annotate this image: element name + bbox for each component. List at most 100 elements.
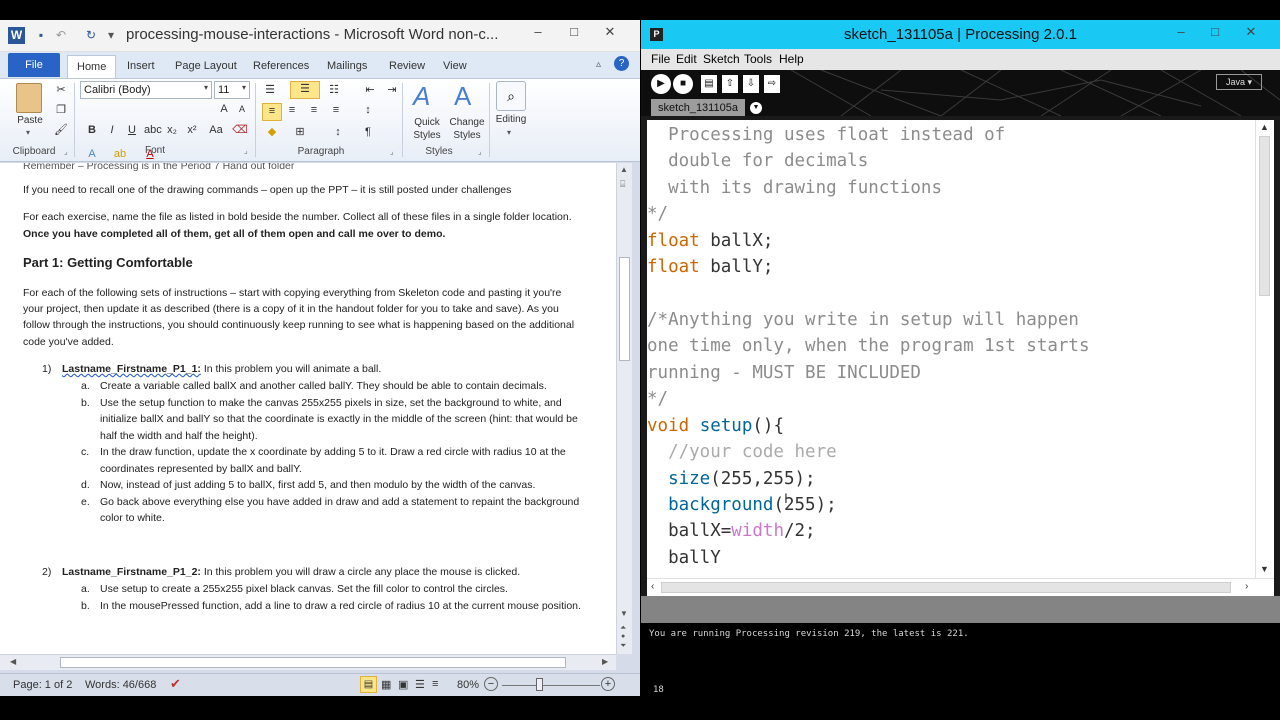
decrease-indent-icon[interactable]: ⇤ bbox=[362, 83, 378, 97]
minimize-button[interactable]: – bbox=[1171, 24, 1191, 40]
zoom-slider[interactable] bbox=[502, 685, 600, 686]
zoom-out-icon[interactable]: − bbox=[484, 677, 498, 691]
chevron-down-icon[interactable]: ▾ bbox=[507, 128, 511, 137]
align-left-icon[interactable]: ≡ bbox=[262, 103, 282, 121]
cut-icon[interactable]: ✂ bbox=[53, 83, 69, 97]
shading-icon[interactable]: ◆ bbox=[264, 125, 280, 139]
menu-sketch[interactable]: Sketch bbox=[703, 52, 740, 66]
subscript-icon[interactable]: x₂ bbox=[164, 123, 180, 137]
tab-menu-icon[interactable]: ▼ bbox=[750, 102, 762, 114]
shrink-font-icon[interactable]: A bbox=[234, 102, 250, 116]
italic-icon[interactable]: I bbox=[104, 123, 120, 137]
scroll-thumb[interactable] bbox=[60, 657, 566, 668]
scroll-down-icon[interactable]: ▼ bbox=[620, 609, 628, 618]
zoom-in-icon[interactable]: + bbox=[601, 677, 615, 691]
minimize-ribbon-icon[interactable]: ▵ bbox=[596, 59, 601, 70]
print-layout-icon[interactable]: ▤ bbox=[360, 676, 377, 693]
undo-icon[interactable]: ↶ bbox=[54, 28, 68, 42]
maximize-button[interactable]: □ bbox=[564, 24, 584, 40]
sort-icon[interactable]: ↕ bbox=[330, 125, 346, 139]
sketch-tab[interactable]: sketch_131105a bbox=[651, 99, 745, 116]
chevron-down-icon[interactable]: ▾ bbox=[242, 83, 246, 92]
scroll-thumb[interactable] bbox=[661, 582, 1231, 593]
copy-icon[interactable]: ❐ bbox=[53, 103, 69, 117]
tab-references[interactable]: References bbox=[244, 55, 318, 78]
menu-help[interactable]: Help bbox=[779, 52, 804, 66]
tab-insert[interactable]: Insert bbox=[118, 55, 164, 78]
menu-tools[interactable]: Tools bbox=[744, 52, 772, 66]
minimize-button[interactable]: – bbox=[528, 24, 548, 40]
borders-icon[interactable]: ⊞ bbox=[292, 125, 308, 139]
justify-icon[interactable]: ≡ bbox=[328, 103, 344, 117]
tab-review[interactable]: Review bbox=[380, 55, 434, 78]
stop-button[interactable]: ■ bbox=[673, 74, 693, 94]
open-button[interactable]: ⇧ bbox=[722, 75, 738, 93]
new-button[interactable]: ▤ bbox=[701, 75, 717, 93]
next-page-icon[interactable]: ⏷ bbox=[620, 641, 626, 651]
mode-selector[interactable]: Java ▾ bbox=[1216, 74, 1262, 90]
chevron-down-icon[interactable]: ▾ bbox=[204, 83, 208, 92]
close-button[interactable]: ✕ bbox=[1241, 24, 1261, 40]
paste-dropdown-icon[interactable]: ▾ bbox=[26, 128, 30, 137]
page-count[interactable]: Page: 1 of 2 bbox=[13, 679, 72, 691]
export-button[interactable]: ⇨ bbox=[764, 75, 780, 93]
tab-view[interactable]: View bbox=[434, 55, 476, 78]
multilevel-list-icon[interactable]: ☷ bbox=[326, 83, 342, 97]
change-styles-icon[interactable]: A bbox=[454, 81, 471, 112]
save-button[interactable]: ⇩ bbox=[743, 75, 759, 93]
paragraph-launcher-icon[interactable]: ⌟ bbox=[390, 147, 394, 156]
zoom-level[interactable]: 80% bbox=[457, 679, 479, 691]
show-formatting-icon[interactable]: ¶ bbox=[360, 125, 376, 139]
save-icon[interactable]: ▪ bbox=[34, 28, 48, 42]
align-center-icon[interactable]: ≡ bbox=[284, 103, 300, 117]
grow-font-icon[interactable]: A bbox=[216, 102, 232, 116]
scroll-up-icon[interactable]: ▲ bbox=[620, 165, 628, 174]
document-page[interactable]: Remember – Processing is in the Period 7… bbox=[0, 163, 616, 654]
code-editor[interactable]: Processing uses float instead of double … bbox=[647, 120, 1255, 578]
run-button[interactable]: ▶ bbox=[651, 74, 671, 94]
scroll-thumb[interactable] bbox=[619, 257, 630, 361]
ruler-toggle-icon[interactable]: ⌸ bbox=[620, 179, 625, 190]
change-case-icon[interactable]: Aa bbox=[208, 123, 224, 137]
clipboard-launcher-icon[interactable]: ⌟ bbox=[64, 147, 68, 156]
scroll-down-icon[interactable]: ▼ bbox=[1260, 564, 1269, 574]
help-icon[interactable]: ? bbox=[614, 56, 629, 71]
font-launcher-icon[interactable]: ⌟ bbox=[244, 146, 248, 155]
draft-icon[interactable]: ≡ bbox=[432, 678, 438, 690]
message-area[interactable] bbox=[641, 596, 1280, 623]
document-horizontal-scrollbar[interactable]: ◀ ▶ bbox=[0, 654, 616, 670]
line-spacing-icon[interactable]: ↕ bbox=[360, 103, 376, 117]
editor-horizontal-scrollbar[interactable]: ‹ › bbox=[647, 578, 1274, 596]
menu-file[interactable]: File bbox=[651, 52, 670, 66]
increase-indent-icon[interactable]: ⇥ bbox=[384, 83, 400, 97]
tab-home[interactable]: Home bbox=[67, 55, 117, 78]
binoculars-icon[interactable]: ⌕ bbox=[496, 81, 526, 111]
paste-button[interactable]: Paste bbox=[12, 115, 48, 126]
styles-launcher-icon[interactable]: ⌟ bbox=[478, 147, 482, 156]
strikethrough-icon[interactable]: abc bbox=[144, 123, 162, 137]
tab-page-layout[interactable]: Page Layout bbox=[166, 55, 246, 78]
redo-icon[interactable]: ↻ bbox=[84, 28, 98, 42]
scroll-right-icon[interactable]: ▶ bbox=[602, 657, 608, 666]
scroll-thumb[interactable] bbox=[1259, 136, 1270, 296]
font-name-combo[interactable]: Calibri (Body) bbox=[80, 81, 212, 99]
web-layout-icon[interactable]: ▣ bbox=[398, 678, 408, 691]
bold-icon[interactable]: B bbox=[84, 123, 100, 137]
numbering-icon[interactable]: ☰ bbox=[290, 81, 320, 99]
word-count[interactable]: Words: 46/668 bbox=[85, 679, 156, 691]
full-screen-reading-icon[interactable]: ▦ bbox=[381, 678, 391, 691]
console[interactable]: You are running Processing revision 219,… bbox=[641, 623, 1280, 696]
quick-styles-button[interactable]: Quick Styles bbox=[408, 116, 446, 142]
clear-formatting-icon[interactable]: ⌫ bbox=[232, 123, 248, 137]
previous-page-icon[interactable]: ⏶ bbox=[620, 623, 626, 633]
menu-edit[interactable]: Edit bbox=[676, 52, 697, 66]
tab-mailings[interactable]: Mailings bbox=[318, 55, 376, 78]
editor-vertical-scrollbar[interactable]: ▲ ▼ bbox=[1255, 120, 1274, 578]
change-styles-button[interactable]: Change Styles bbox=[446, 116, 488, 142]
close-button[interactable]: ✕ bbox=[600, 24, 620, 40]
align-right-icon[interactable]: ≡ bbox=[306, 103, 322, 117]
proofing-icon[interactable]: ✔ bbox=[170, 676, 181, 692]
customize-qat-icon[interactable]: ▾ bbox=[104, 28, 118, 42]
quick-styles-icon[interactable]: A bbox=[413, 81, 430, 112]
text-effects-icon[interactable]: A bbox=[84, 147, 100, 161]
